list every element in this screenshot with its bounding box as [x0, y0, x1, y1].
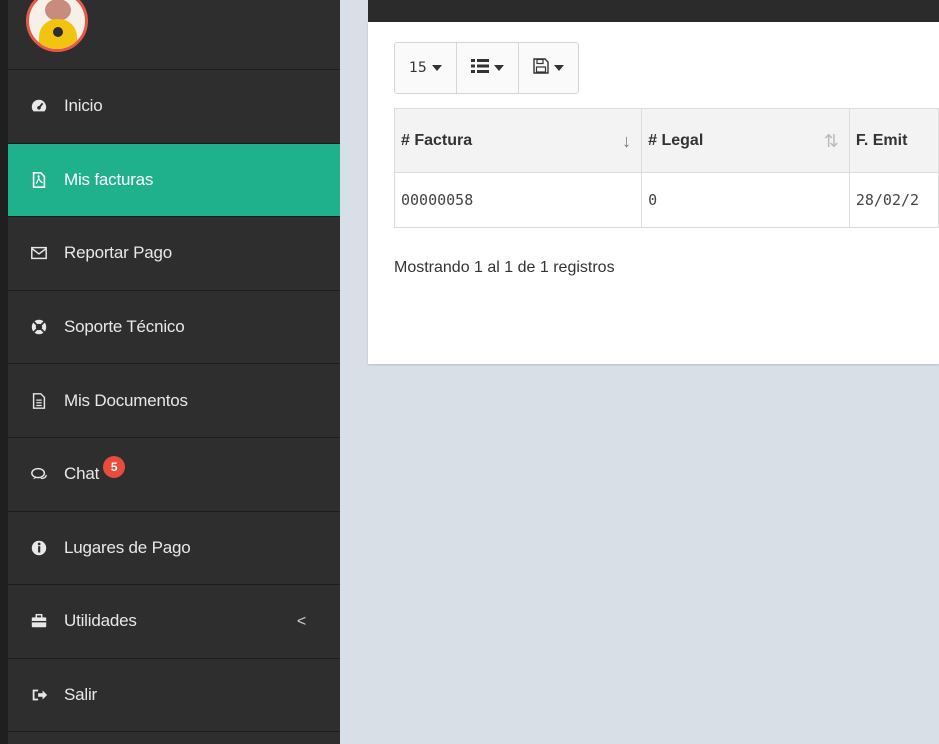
page-size-dropdown[interactable]: 15 [395, 43, 457, 93]
page-size-value: 15 [409, 60, 427, 76]
sidebar-item-label: Soporte Técnico [64, 317, 185, 337]
list-icon [470, 59, 489, 77]
sidebar: Inicio Mis facturas Reportar Pago Soport… [0, 0, 340, 744]
table-row[interactable]: 00000058 0 28/02/2 [393, 172, 939, 228]
export-dropdown[interactable] [519, 43, 578, 93]
sidebar-item-label: Chat [64, 464, 100, 484]
top-bar [368, 0, 939, 22]
sign-out-icon [28, 684, 50, 706]
app-root: Inicio Mis facturas Reportar Pago Soport… [0, 0, 939, 744]
briefcase-icon [28, 610, 50, 632]
envelope-icon [28, 242, 50, 264]
sidebar-item-label: Salir [64, 685, 98, 705]
save-icon [533, 58, 549, 78]
invoices-card: 15 # Factura ↓ # Legal ⇅ F. Emit 0000005… [368, 22, 939, 364]
column-header-fecha-emision[interactable]: F. Emit [848, 108, 939, 173]
sidebar-item-inicio[interactable]: Inicio [8, 70, 340, 144]
sidebar-item-label: Reportar Pago [64, 243, 172, 263]
caret-down-icon [553, 65, 564, 71]
cell-fecha-emision: 28/02/2 [848, 172, 939, 228]
info-circle-icon [28, 537, 50, 559]
sidebar-item-salir[interactable]: Salir [8, 659, 340, 733]
table-header-row: # Factura ↓ # Legal ⇅ F. Emit [393, 108, 939, 173]
caret-down-icon [431, 65, 442, 71]
sidebar-item-mis-facturas[interactable]: Mis facturas [8, 143, 340, 218]
table-info: Mostrando 1 al 1 de 1 registros [394, 259, 615, 276]
column-header-legal[interactable]: # Legal ⇅ [641, 108, 850, 173]
user-avatar[interactable] [26, 0, 88, 52]
sidebar-item-label: Lugares de Pago [64, 537, 191, 557]
sidebar-item-mis-documentos[interactable]: Mis Documentos [8, 364, 340, 438]
column-header-factura[interactable]: # Factura ↓ [393, 108, 643, 173]
sidebar-header [8, 0, 340, 70]
avatar-badge [53, 27, 63, 37]
sidebar-item-reportar-pago[interactable]: Reportar Pago [8, 217, 340, 291]
sidebar-item-soporte-tecnico[interactable]: Soporte Técnico [8, 291, 340, 365]
avatar-face [45, 0, 71, 21]
caret-down-icon [493, 65, 504, 71]
dashboard-icon [28, 95, 50, 117]
sidebar-item-label: Inicio [64, 96, 103, 116]
cell-legal: 0 [641, 172, 850, 228]
sort-desc-icon: ↓ [622, 131, 632, 151]
life-ring-icon [28, 316, 50, 338]
sidebar-item-lugares-de-pago[interactable]: Lugares de Pago [8, 512, 340, 586]
sidebar-item-label: Mis Documentos [64, 390, 188, 410]
cell-factura: 00000058 [393, 172, 643, 228]
table-toolbar: 15 [394, 42, 579, 94]
sort-both-icon: ⇅ [823, 131, 839, 151]
sidebar-item-chat[interactable]: Chat 5 [8, 438, 340, 512]
pdf-file-icon [28, 169, 50, 191]
sidebar-item-label: Utilidades [64, 611, 137, 631]
invoices-table: # Factura ↓ # Legal ⇅ F. Emit 00000058 0 [393, 108, 939, 228]
sidebar-item-label: Mis facturas [64, 169, 154, 189]
chat-bubbles-icon [28, 463, 50, 485]
columns-dropdown[interactable] [457, 43, 519, 93]
chevron-left-icon[interactable]: < [297, 613, 306, 631]
sidebar-item-utilidades[interactable]: Utilidades < [8, 585, 340, 659]
document-icon [28, 390, 50, 412]
chat-unread-badge: 5 [103, 456, 126, 479]
